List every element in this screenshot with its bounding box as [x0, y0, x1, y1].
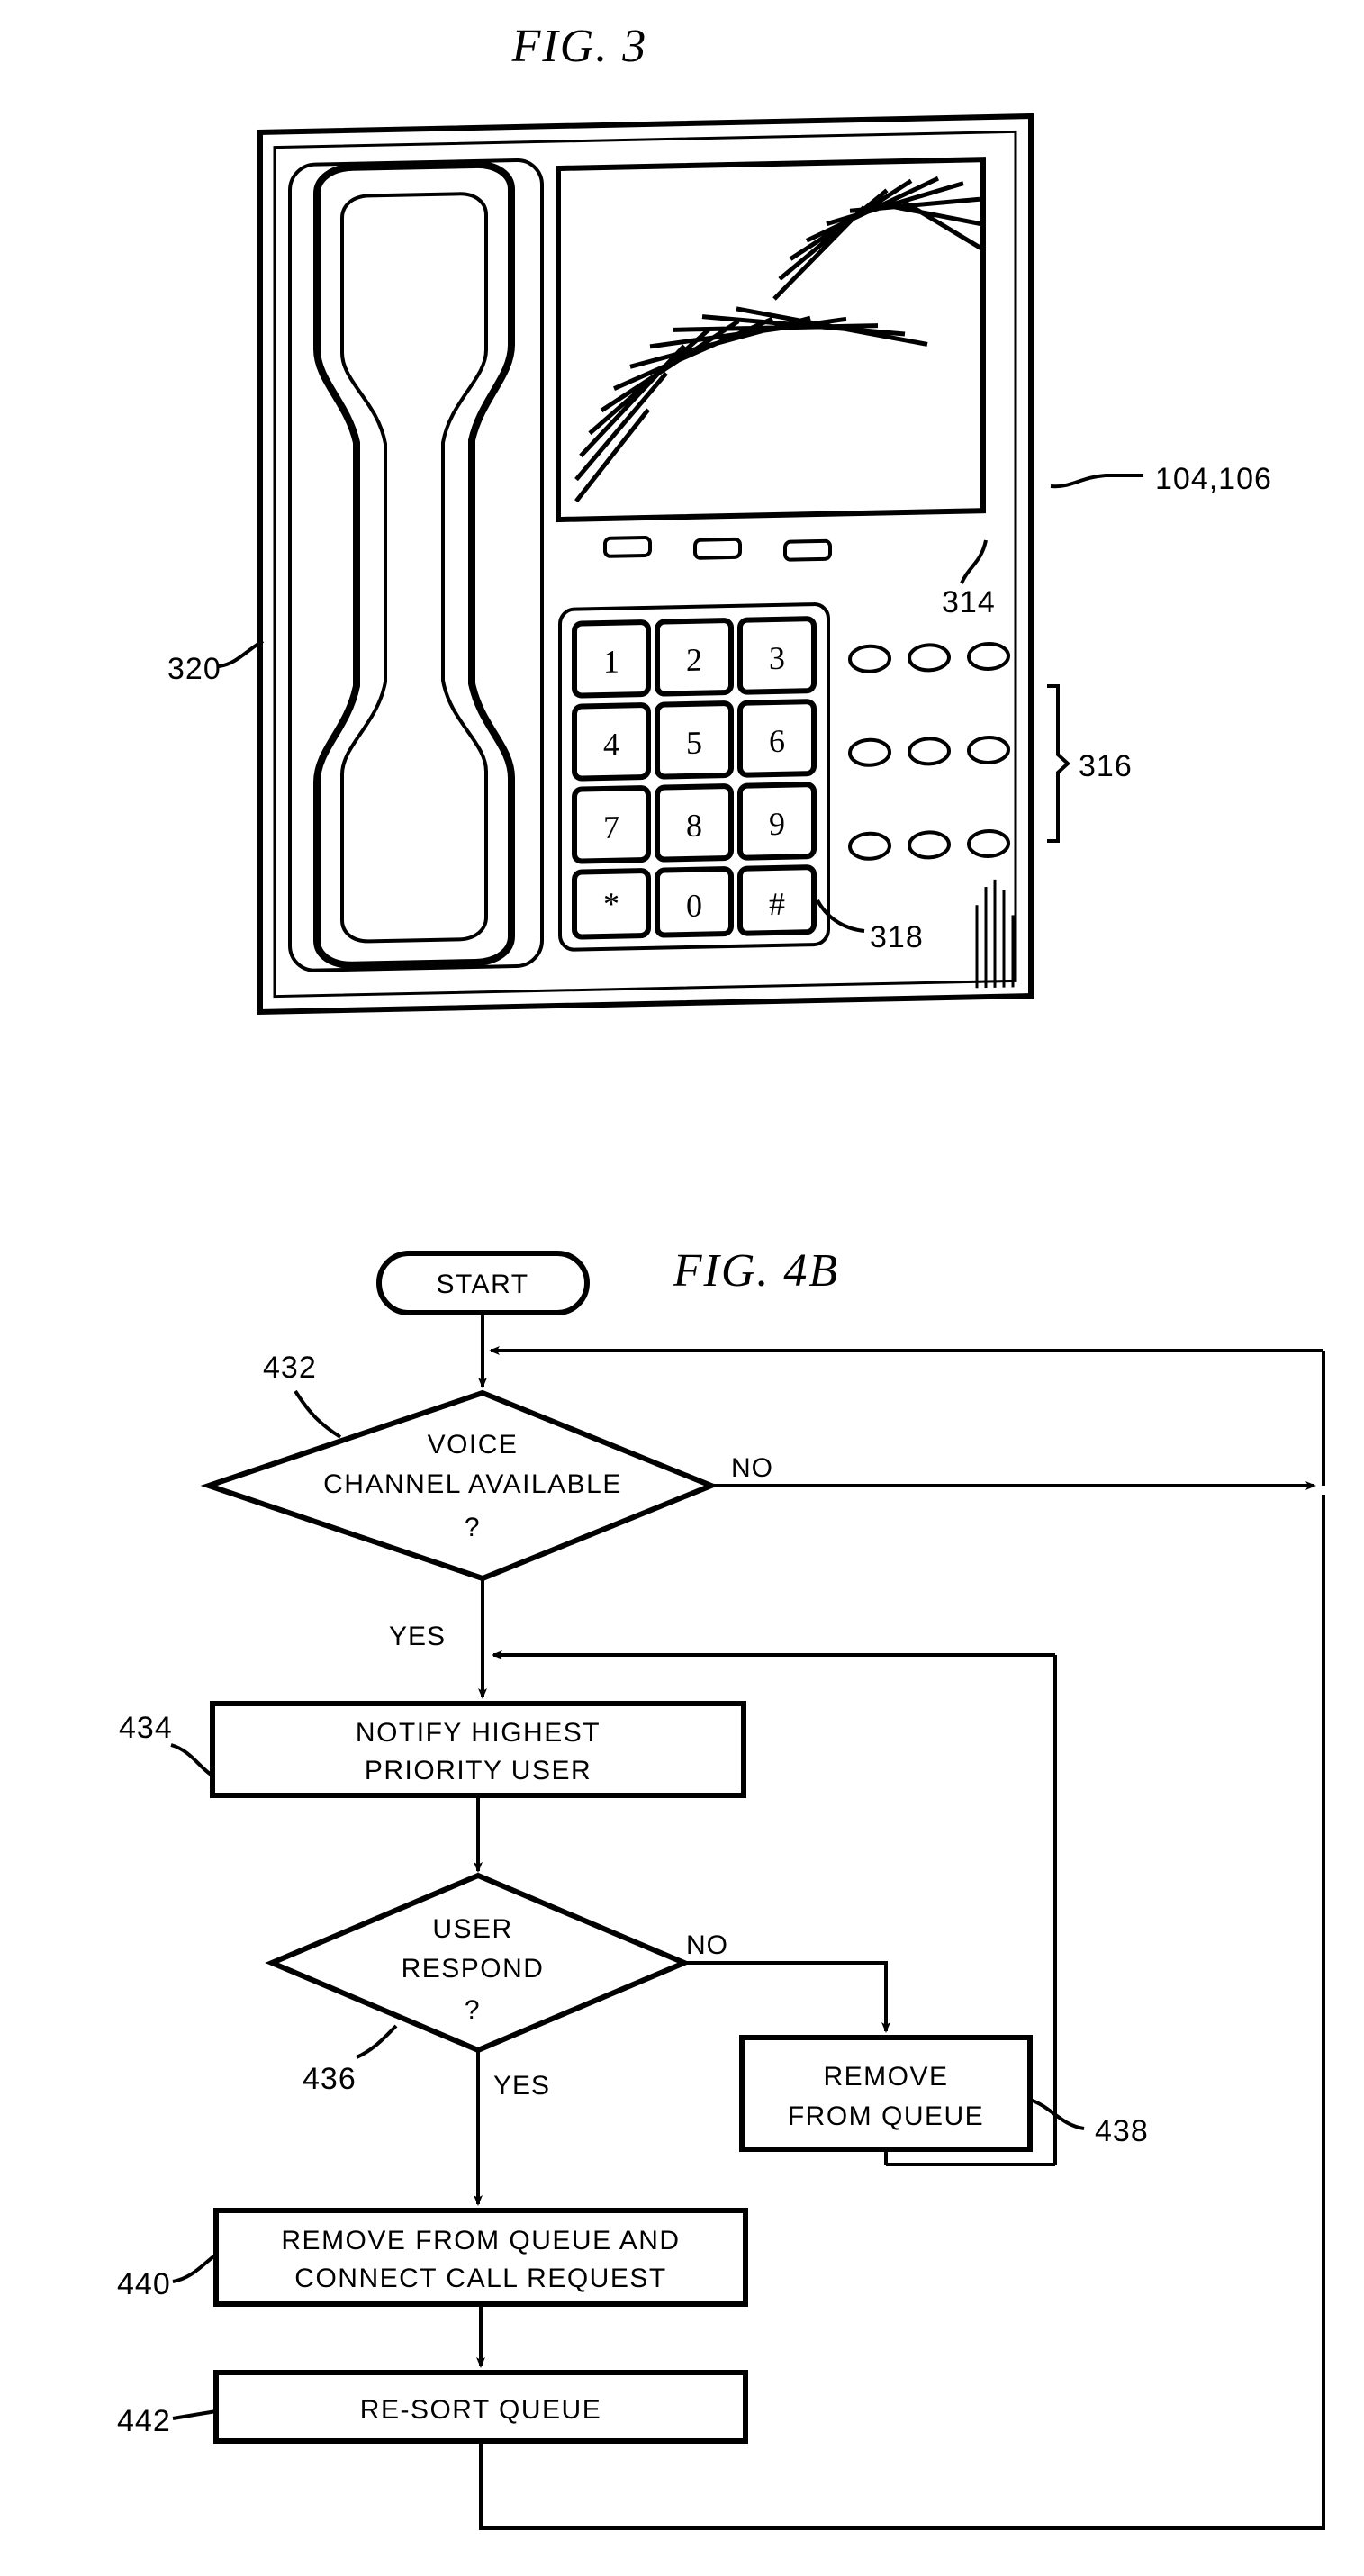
- keypad-key[interactable]: 3: [737, 616, 817, 695]
- handset-cradle-well: [288, 158, 544, 972]
- flow-node-436: USER RESPOND ?: [265, 1872, 691, 2054]
- keypad: 1 2 3 4 5 6 7 8 9 * 0 #: [558, 602, 830, 952]
- ref-434: 434: [119, 1711, 173, 1745]
- d436-yes-label: YES: [493, 2071, 550, 2101]
- d432-line1: VOICE: [428, 1430, 519, 1460]
- keypad-key-label: 3: [769, 640, 785, 676]
- leader-318: [816, 899, 865, 933]
- leader-314: [960, 539, 988, 584]
- leader-432: [294, 1389, 342, 1439]
- brace-316: [1047, 684, 1070, 843]
- keypad-key[interactable]: *: [572, 868, 651, 940]
- d432-line2: CHANNEL AVAILABLE: [323, 1469, 622, 1499]
- ref-320: 320: [167, 652, 221, 686]
- feature-button[interactable]: [967, 828, 1010, 859]
- d432-no-label: NO: [731, 1453, 773, 1483]
- keypad-key-label: #: [769, 886, 785, 922]
- fig3-title: FIG. 3: [511, 21, 648, 72]
- d436-line2: RESPOND: [402, 1954, 545, 1984]
- ref-438: 438: [1095, 2114, 1149, 2148]
- fig4b-title: FIG. 4B: [673, 1245, 839, 1297]
- flow-node-442: RE-SORT QUEUE: [213, 2370, 748, 2444]
- leader-320: [218, 639, 264, 668]
- feature-button[interactable]: [848, 644, 891, 673]
- telephone-illustration: 1 2 3 4 5 6 7 8 9 * 0 #: [257, 113, 1034, 1016]
- p440-line2: CONNECT CALL REQUEST: [294, 2264, 666, 2293]
- d436-no-label: NO: [686, 1930, 728, 1960]
- p434-line1: NOTIFY HIGHEST: [356, 1718, 601, 1748]
- keypad-key[interactable]: 4: [572, 702, 651, 782]
- d436-line1: USER: [432, 1914, 512, 1944]
- leader-442: [172, 2409, 217, 2420]
- ref-436: 436: [303, 2062, 357, 2096]
- keypad-key-label: 4: [603, 727, 619, 763]
- leader-104-106: [1050, 474, 1143, 489]
- keypad-key-label: 7: [603, 809, 619, 845]
- feature-button[interactable]: [967, 735, 1010, 765]
- feature-button[interactable]: [908, 737, 951, 766]
- keypad-key-label: 9: [769, 806, 785, 842]
- soft-button-2[interactable]: [693, 537, 742, 560]
- keypad-key[interactable]: 8: [655, 783, 734, 863]
- patent-figures-canvas: FIG. 3 1 2 3 4 5 6 7 8 9 * 0 # 104,106 3…: [117, 21, 1325, 2530]
- p440-line1: REMOVE FROM QUEUE AND: [281, 2226, 680, 2255]
- display-hatching-left: [574, 306, 928, 503]
- ref-104-106: 104,106: [1155, 462, 1272, 496]
- feature-button[interactable]: [848, 737, 891, 767]
- flow-node-438: REMOVE FROM QUEUE: [739, 2035, 1033, 2152]
- soft-button-row: [603, 536, 832, 562]
- keypad-key-label: 1: [603, 644, 619, 680]
- feature-button[interactable]: [908, 830, 951, 860]
- leader-434: [170, 1743, 214, 1777]
- keypad-key-label: 5: [686, 725, 702, 761]
- keypad-key-label: 6: [769, 723, 785, 759]
- ref-432: 432: [263, 1351, 317, 1385]
- keypad-key-label: *: [603, 886, 619, 922]
- d432-yes-label: YES: [389, 1622, 446, 1651]
- d432-line3: ?: [465, 1513, 481, 1542]
- keypad-key-label: 8: [686, 808, 702, 844]
- feature-button-array: [848, 641, 1010, 861]
- housing-shading: [975, 879, 1015, 989]
- display-hatching-right: [772, 176, 983, 301]
- ref-442: 442: [117, 2404, 171, 2438]
- keypad-key[interactable]: 7: [572, 785, 651, 864]
- feature-button[interactable]: [967, 641, 1010, 672]
- flow-node-start: START: [376, 1251, 590, 1315]
- d436-line3: ?: [465, 1995, 481, 2025]
- flow-node-432: VOICE CHANNEL AVAILABLE ?: [200, 1389, 718, 1582]
- soft-button-1[interactable]: [603, 536, 652, 558]
- leader-436: [356, 2024, 398, 2059]
- ref-314: 314: [942, 585, 996, 619]
- flowchart-4b: START VOICE CHANNEL AVAILABLE ? 432 NO Y…: [117, 1251, 1325, 2530]
- keypad-key-label: 2: [686, 642, 702, 678]
- display-screen: [556, 157, 986, 523]
- feature-button[interactable]: [848, 831, 891, 861]
- p438-line2: FROM QUEUE: [788, 2101, 984, 2131]
- ref-440: 440: [117, 2267, 171, 2301]
- keypad-key[interactable]: 6: [737, 699, 817, 778]
- p434-line2: PRIORITY USER: [365, 1756, 592, 1785]
- soft-button-3[interactable]: [783, 538, 832, 562]
- keypad-key[interactable]: 0: [655, 866, 734, 938]
- keypad-key[interactable]: #: [737, 864, 817, 936]
- keypad-key[interactable]: 9: [737, 782, 817, 861]
- patent-drawing-sheet: FIG. 3 1 2 3 4 5 6 7 8 9 * 0 # 104,106 3…: [0, 0, 1364, 2576]
- ref-318: 318: [870, 920, 924, 954]
- p438-line1: REMOVE: [823, 2062, 948, 2092]
- handset: [313, 160, 515, 969]
- leader-440: [172, 2253, 218, 2283]
- keypad-key-label: 0: [686, 888, 702, 924]
- ref-316: 316: [1079, 749, 1133, 783]
- flow-node-434: NOTIFY HIGHEST PRIORITY USER: [210, 1701, 746, 1798]
- flow-node-440: REMOVE FROM QUEUE AND CONNECT CALL REQUE…: [213, 2208, 748, 2307]
- edge-436-no: [684, 1961, 890, 2033]
- keypad-key[interactable]: 1: [572, 619, 651, 699]
- start-label: START: [436, 1270, 528, 1299]
- feature-button[interactable]: [908, 643, 951, 673]
- p442-line1: RE-SORT QUEUE: [360, 2395, 601, 2425]
- keypad-key[interactable]: 5: [655, 700, 734, 780]
- keypad-key[interactable]: 2: [655, 618, 734, 697]
